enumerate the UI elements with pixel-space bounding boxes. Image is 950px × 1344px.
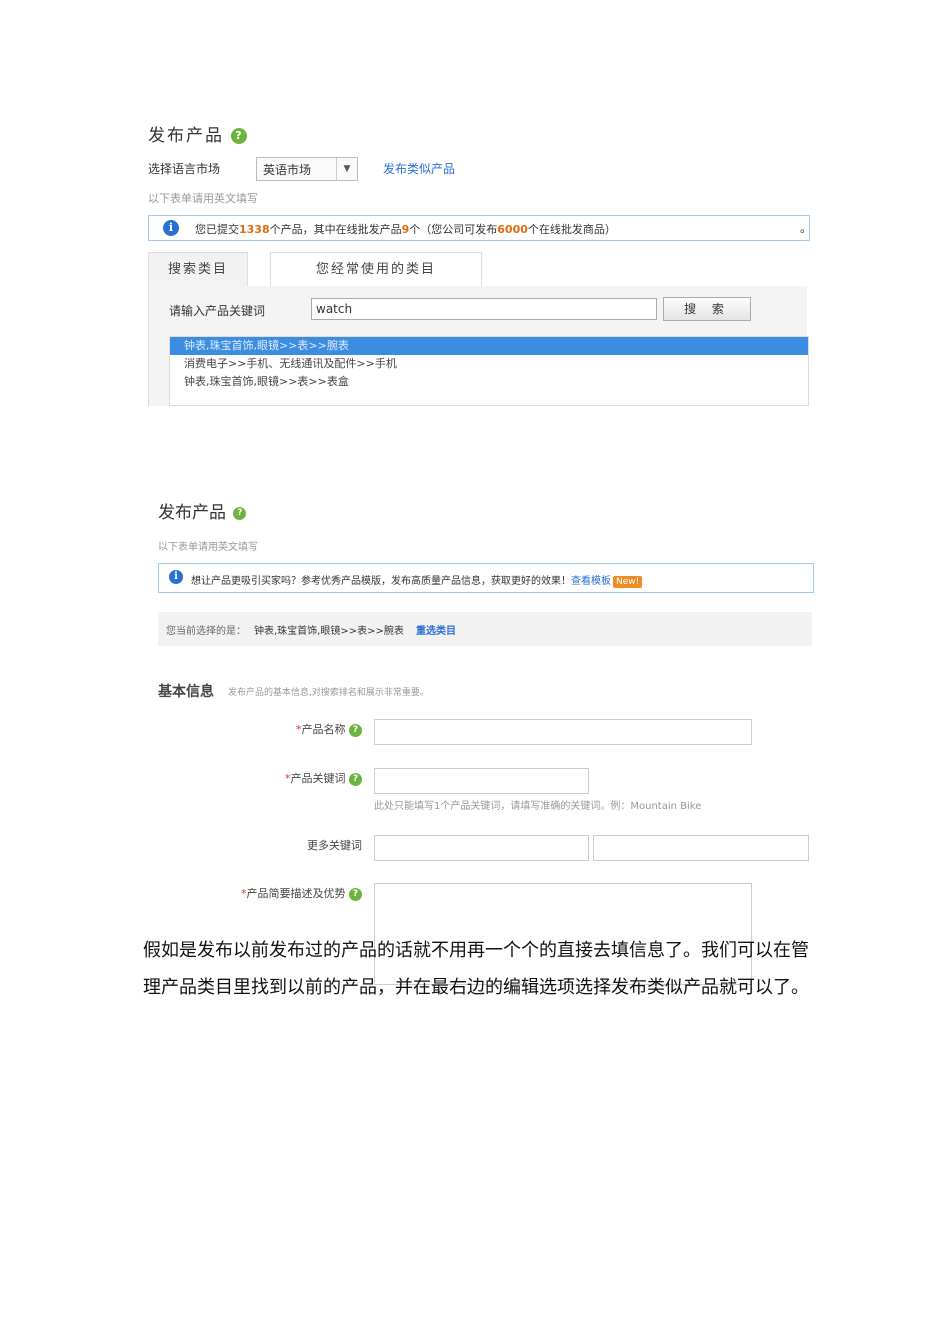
search-button[interactable]: 搜 索 [663, 297, 751, 321]
notice-part: 您已提交 [195, 223, 239, 236]
more-keywords-label: 更多关键词 [307, 839, 362, 852]
notice-trailing: 。 [800, 221, 813, 235]
question-icon[interactable]: ? [349, 723, 362, 737]
panel1-title-text: 发布产品 [148, 126, 224, 146]
reselect-category-link[interactable]: 重选类目 [416, 622, 456, 637]
notice-part: 个在线批发商品） [527, 223, 616, 236]
form-hint: 以下表单请用英文填写 [158, 542, 258, 553]
current-category-value: 钟表,珠宝首饰,眼镜>>表>>腕表 [254, 626, 404, 637]
description-label-text: 产品简要描述及优势 [246, 887, 346, 900]
tab-frequent-category[interactable]: 您经常使用的类目 [270, 252, 482, 287]
new-badge: New! [613, 576, 643, 588]
section-subtitle: 发布产品的基本信息,对搜索排名和展示非常重要。 [228, 688, 429, 698]
notice-part: 个产品，其中在线批发产品 [269, 223, 402, 236]
list-item[interactable]: 钟表,珠宝首饰,眼镜>>表>>腕表 [170, 337, 808, 355]
product-name-label: *产品名称 ? [250, 721, 362, 737]
info-icon: i [163, 220, 179, 236]
current-category-bar: 您当前选择的是： 钟表,珠宝首饰,眼镜>>表>>腕表 重选类目 [158, 612, 812, 646]
publish-similar-link[interactable]: 发布类似产品 [383, 160, 455, 177]
count-total: 1338 [239, 223, 270, 236]
view-template-link[interactable]: 查看模板 [571, 576, 611, 587]
panel1-title: 发布产品 ? [148, 121, 248, 146]
body-paragraph: 假如是发布以前发布过的产品的话就不用再一个个的直接去填信息了。我们可以在管理产品… [143, 940, 809, 998]
keyword-hint: 此处只能填写1个产品关键词，请填写准确的关键词。例：Mountain Bike [374, 801, 702, 812]
notice-text: 想让产品更吸引买家吗？参考优秀产品模版，发布高质量产品信息，获取更好的效果！ [191, 576, 571, 587]
form-hint: 以下表单请用英文填写 [148, 192, 258, 205]
language-select[interactable]: 英语市场 ▼ [256, 157, 358, 181]
product-keyword-label-text: 产品关键词 [290, 772, 346, 785]
chevron-down-icon[interactable]: ▼ [336, 158, 357, 180]
list-item[interactable]: 消费电子>>手机、无线通讯及配件>>手机 [170, 355, 808, 373]
list-item[interactable]: 钟表,珠宝首饰,眼镜>>表>>表盒 [170, 373, 808, 391]
language-select-value: 英语市场 [263, 163, 312, 177]
section-title: 基本信息 [158, 684, 214, 700]
notice-part: 个（您公司可发布 [409, 223, 498, 236]
template-notice-text: 想让产品更吸引买家吗？参考优秀产品模版，发布高质量产品信息，获取更好的效果！查看… [191, 572, 643, 588]
product-name-input[interactable] [374, 719, 752, 745]
tab-search-category[interactable]: 搜索类目 [148, 252, 248, 287]
question-icon[interactable]: ? [349, 772, 362, 786]
panel2-title-text: 发布产品 [158, 503, 226, 523]
submission-notice: i 您已提交1338个产品，其中在线批发产品9个（您公司可发布6000个在线批发… [148, 215, 810, 241]
info-icon: i [169, 570, 183, 584]
template-notice: i 想让产品更吸引买家吗？参考优秀产品模版，发布高质量产品信息，获取更好的效果！… [158, 563, 814, 593]
category-tabs: 搜索类目 您经常使用的类目 请输入产品关键词 watch 搜 索 钟表,珠宝首饰… [148, 252, 809, 406]
panel2-title: 发布产品 ? [158, 498, 247, 523]
product-name-label-text: 产品名称 [301, 723, 346, 736]
keyword-label: 请输入产品关键词 [169, 304, 266, 318]
product-keyword-input[interactable] [374, 768, 589, 794]
question-icon[interactable]: ? [349, 887, 362, 901]
question-icon[interactable]: ? [233, 506, 247, 520]
product-keyword-label: *产品关键词 ? [250, 770, 362, 786]
submission-notice-text: 您已提交1338个产品，其中在线批发产品9个（您公司可发布6000个在线批发商品… [195, 221, 616, 237]
current-category-label: 您当前选择的是： [166, 626, 246, 637]
description-label: *产品简要描述及优势 ? [200, 885, 362, 901]
count-limit: 6000 [497, 223, 528, 236]
language-label: 选择语言市场 [148, 162, 221, 176]
keyword-input[interactable]: watch [311, 298, 657, 320]
category-results: 钟表,珠宝首饰,眼镜>>表>>腕表 消费电子>>手机、无线通讯及配件>>手机 钟… [169, 336, 809, 406]
search-panel: 请输入产品关键词 watch 搜 索 钟表,珠宝首饰,眼镜>>表>>腕表 消费电… [148, 286, 809, 406]
more-keyword-input-2[interactable] [593, 835, 809, 861]
question-icon[interactable]: ? [231, 128, 248, 144]
more-keyword-input-1[interactable] [374, 835, 589, 861]
